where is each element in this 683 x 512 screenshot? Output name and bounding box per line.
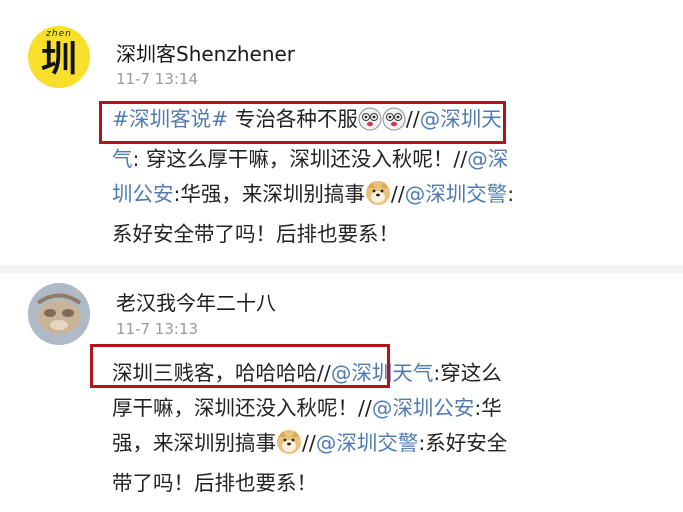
mention-link[interactable]: @深: [467, 147, 508, 171]
weibo-comment-feed: zhen 圳 深圳客Shenzhener 11-7 13:14 #深圳客说# 专…: [0, 0, 683, 512]
mention-link[interactable]: @深圳公安: [372, 396, 475, 420]
username[interactable]: 深圳客Shenzhener: [116, 38, 295, 67]
comment-line: 圳公安:华强，来深圳别搞事 //@深圳交警:: [112, 177, 632, 217]
comment-text: :: [507, 182, 515, 206]
avatar-caption: zhen: [46, 29, 72, 39]
mention-link[interactable]: 圳公安: [112, 182, 174, 206]
doge-emoji-icon: [276, 429, 302, 466]
highlight-box: [99, 101, 506, 144]
comment-text: :系好安全: [418, 431, 508, 455]
comment-text: 厚干嘛，深圳还没入秋呢！//: [112, 396, 372, 420]
avatar[interactable]: zhen 圳: [28, 26, 90, 88]
comment-text: 系好安全带了吗！后排也要系！: [112, 222, 399, 246]
comment-text: :华强，来深圳别搞事: [173, 182, 365, 206]
highlight-box: [90, 344, 390, 388]
divider: [0, 265, 683, 273]
doge-emoji-icon: [365, 180, 391, 217]
comment-line: 气: 穿这么厚干嘛，深圳还没入秋呢！//@深: [112, 142, 632, 177]
mention-link[interactable]: @深圳交警: [316, 431, 419, 455]
repost-separator: //: [390, 182, 405, 206]
comment-line: 系好安全带了吗！后排也要系！: [112, 217, 632, 252]
comment-text: 带了吗！后排也要系！: [112, 471, 317, 495]
comment-card: zhen 圳 深圳客Shenzhener 11-7 13:14 #深圳客说# 专…: [0, 0, 683, 265]
username[interactable]: 老汉我今年二十八: [116, 287, 276, 316]
comment-text: :华: [474, 396, 502, 420]
comment-line: 厚干嘛，深圳还没入秋呢！//@深圳公安:华: [112, 391, 632, 426]
timestamp: 11-7 13:14: [116, 70, 199, 88]
comment-line: 带了吗！后排也要系！: [112, 466, 632, 501]
comment-line: 强，来深圳别搞事 //@深圳交警:系好安全: [112, 426, 632, 466]
comment-card: 老汉我今年二十八 11-7 13:13 深圳三贱客，哈哈哈哈//@深圳天气:穿这…: [0, 273, 683, 512]
avatar[interactable]: [28, 283, 90, 345]
mention-link[interactable]: @深圳交警: [405, 182, 508, 206]
mention-link[interactable]: 气: [112, 147, 133, 171]
timestamp: 11-7 13:13: [116, 320, 199, 338]
comment-text: :穿这么: [433, 361, 502, 385]
avatar-photo-icon: [28, 283, 90, 345]
comment-text: : 穿这么厚干嘛，深圳还没入秋呢！//: [132, 147, 468, 171]
repost-separator: //: [302, 431, 316, 455]
comment-text: 强，来深圳别搞事: [112, 431, 276, 455]
avatar-logo-char: 圳: [40, 39, 77, 80]
